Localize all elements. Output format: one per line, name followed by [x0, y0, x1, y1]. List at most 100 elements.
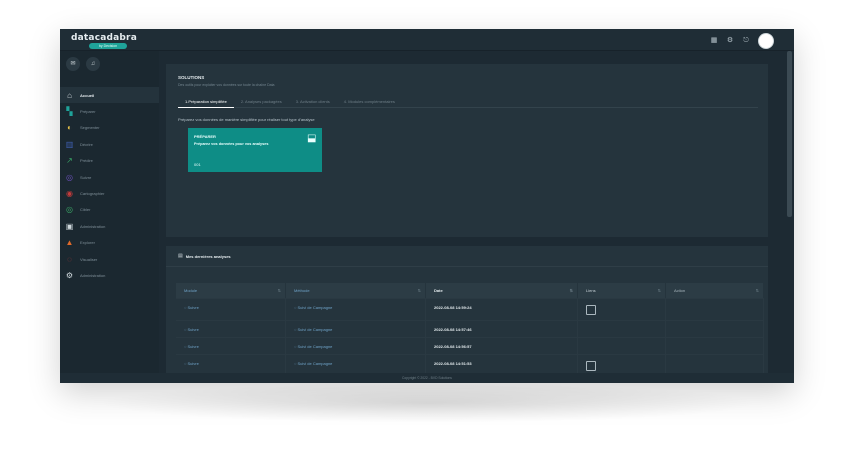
sidebar-item-label: Prédire	[80, 158, 93, 164]
date-cell: 2022-08-08 14:59:24	[426, 299, 578, 320]
column-header-label: Méthode	[294, 288, 310, 293]
target-icon: ◎	[66, 205, 73, 215]
cell-text: 2022-08-08 14:59:24	[434, 305, 472, 310]
map-icon: ◉	[66, 189, 73, 199]
logout-icon[interactable]: ⎋	[742, 37, 750, 45]
sidebar-top-buttons: ✉ ♫	[66, 57, 100, 71]
sort-icon[interactable]: ⇅	[756, 288, 759, 293]
solutions-title: SOLUTIONS	[178, 75, 205, 80]
sidebar-item-label: Accueil	[80, 92, 95, 98]
module-cell[interactable]: ◌ Suivre	[176, 321, 286, 337]
tile-toggle-icon: ⬓	[307, 133, 317, 144]
footer: Copyright © 2022 - BVD Solutions	[60, 373, 794, 383]
predict-icon: ↗	[66, 156, 73, 166]
sidebar-item-label: Cibler	[80, 207, 91, 213]
app-window: datacadabra by Decision ▦ ⚙ ⎋ ✉ ♫ ⌂ Accue…	[60, 29, 794, 383]
sidebar-item-décrire[interactable]: ▥ Décrire	[60, 136, 159, 152]
sidebar-item-label: Cartographier	[80, 191, 105, 197]
divider	[166, 266, 768, 267]
recent-analyses-title: Mes dernières analyses	[185, 253, 231, 259]
follow-icon: ◎	[66, 172, 73, 182]
action-cell	[666, 299, 764, 320]
sort-icon[interactable]: ⇅	[278, 288, 281, 293]
sidebar-item-label: Administration	[80, 272, 106, 278]
brand-badge: by Decision	[89, 43, 127, 49]
sidebar-item-administration[interactable]: ⚙ Administration	[60, 267, 159, 283]
sidebar-item-accueil[interactable]: ⌂ Accueil	[60, 87, 159, 104]
avatar[interactable]	[758, 33, 774, 49]
tab-3[interactable]: 3. Activation clients	[289, 96, 337, 108]
tab-2[interactable]: 2. Analyses packagées	[234, 96, 289, 108]
module-cell[interactable]: ◌ Suivre	[176, 338, 286, 354]
file-icon[interactable]	[586, 361, 596, 371]
sidebar-item-visualiser[interactable]: ◌ Visualiser	[60, 251, 159, 267]
bell-icon[interactable]: ♫	[86, 57, 100, 71]
column-header-4[interactable]: Action ⇅	[666, 283, 764, 298]
sidebar-item-prédire[interactable]: ↗ Prédire	[60, 153, 159, 169]
solutions-card: SOLUTIONS Des outils pour exploiter vos …	[166, 64, 768, 237]
prepare-tile[interactable]: PRÉPARER Préparez vos données pour vos a…	[188, 128, 322, 172]
table-body: ◌ Suivre ◌ Suivi de Campagne 2022-08-08 14…	[176, 298, 764, 383]
prepare-icon: ▚	[66, 107, 73, 117]
cell-text: Suivre	[187, 305, 199, 310]
solutions-subtitle: Des outils pour exploiter vos données su…	[178, 83, 275, 87]
sidebar: ✉ ♫ ⌂ Accueil ▚ Préparer ◐ Segmenter ▥ Décrire ↗…	[60, 51, 159, 383]
sidebar-item-suivre[interactable]: ◎ Suivre	[60, 169, 159, 185]
sidebar-item-cibler[interactable]: ◎ Cibler	[60, 202, 159, 218]
column-header-2[interactable]: Date ⇅	[426, 283, 578, 298]
column-header-0[interactable]: Module ⇅	[176, 283, 286, 298]
tab-1[interactable]: 1.Préparation simplifiée	[178, 96, 234, 108]
gear-icon[interactable]: ⚙	[726, 37, 734, 45]
file-icon[interactable]	[586, 305, 596, 315]
sidebar-item-administration[interactable]: ▣ Administration	[60, 218, 159, 234]
tile-title: PRÉPARER	[194, 134, 216, 139]
cell-text: Suivi de Campagne	[297, 361, 333, 366]
grid-icon[interactable]: ▦	[710, 37, 718, 45]
cell-text: Suivre	[187, 344, 199, 349]
sidebar-item-label: Segmenter	[80, 125, 100, 131]
column-header-1[interactable]: Méthode ⇅	[286, 283, 426, 298]
method-cell[interactable]: ◌ Suivi de Campagne	[286, 299, 426, 320]
date-cell: 2022-08-08 14:57:46	[426, 321, 578, 337]
table-row: ◌ Suivre◌ Suivi de Campagne 2022-08-08 14…	[176, 298, 764, 320]
sidebar-item-explorer[interactable]: ▲ Explorer	[60, 235, 159, 251]
main-content: SOLUTIONS Des outils pour exploiter vos …	[159, 51, 794, 383]
module-cell[interactable]: ◌ Suivre	[176, 299, 286, 320]
column-header-3[interactable]: Liens ⇅	[578, 283, 666, 298]
mail-icon[interactable]: ✉	[66, 57, 80, 71]
sidebar-item-préparer[interactable]: ▚ Préparer	[60, 103, 159, 119]
recent-analyses-card: ▤ Mes dernières analyses Module ⇅ Méthode ⇅…	[166, 246, 768, 383]
column-header-label: Liens	[586, 288, 596, 293]
describe-icon: ▥	[65, 139, 74, 149]
folder-icon: ▤	[178, 253, 183, 259]
date-cell: 2022-08-08 14:56:57	[426, 338, 578, 354]
brand-logo[interactable]: datacadabra	[71, 33, 137, 43]
method-cell[interactable]: ◌ Suivi de Campagne	[286, 338, 426, 354]
column-header-label: Action	[674, 288, 686, 293]
explore-icon: ▲	[65, 238, 74, 248]
visualize-icon: ◌	[67, 254, 72, 264]
sidebar-item-cartographier[interactable]: ◉ Cartographier	[60, 185, 159, 201]
sort-icon[interactable]: ⇅	[418, 288, 421, 293]
settings-icon: ⚙	[65, 270, 74, 280]
table-row: ◌ Suivre◌ Suivi de Campagne 2022-08-08 14…	[176, 320, 764, 337]
sidebar-item-label: Explorer	[80, 240, 95, 246]
tile-code: 001	[194, 162, 201, 167]
preparation-intro: Préparez vos données de manière simplifi…	[178, 117, 315, 122]
analyses-table: Module ⇅ Méthode ⇅ Date ⇅ Liens ⇅ Action ⇅ ◌ Suiv…	[176, 283, 764, 383]
link-cell	[578, 338, 666, 354]
sort-icon[interactable]: ⇅	[570, 288, 573, 293]
sort-icon[interactable]: ⇅	[658, 288, 661, 293]
sidebar-item-label: Préparer	[80, 109, 96, 115]
tab-4[interactable]: 4. Modules complémentaires	[337, 96, 402, 108]
recent-analyses-header: ▤ Mes dernières analyses	[178, 253, 231, 259]
sidebar-item-label: Visualiser	[80, 256, 98, 262]
sidebar-item-label: Suivre	[80, 174, 92, 180]
cell-text: Suivre	[187, 327, 199, 332]
method-cell[interactable]: ◌ Suivi de Campagne	[286, 321, 426, 337]
sidebar-item-segmenter[interactable]: ◐ Segmenter	[60, 120, 159, 136]
table-header: Module ⇅ Méthode ⇅ Date ⇅ Liens ⇅ Action ⇅	[176, 283, 764, 298]
cell-text: Suivre	[187, 361, 199, 366]
sidebar-item-label: Décrire	[80, 141, 93, 147]
link-cell	[578, 321, 666, 337]
